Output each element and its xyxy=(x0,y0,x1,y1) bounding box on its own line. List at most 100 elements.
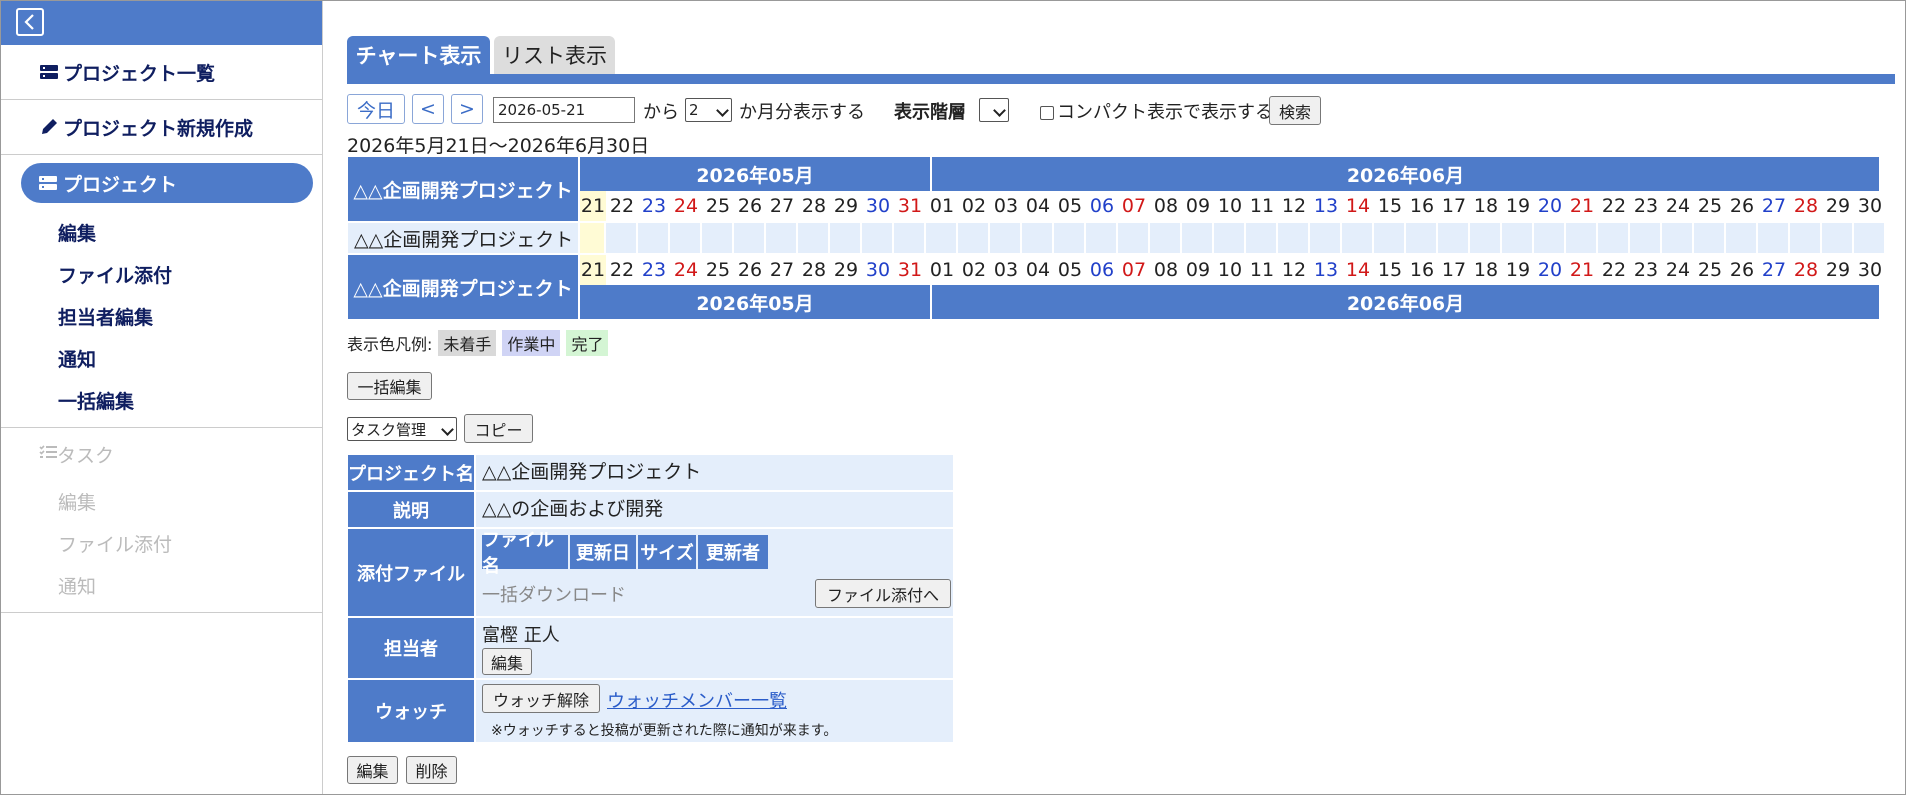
gantt-bar-cell xyxy=(734,223,764,253)
watch-cell: ウォッチ解除 ウォッチメンバー一覧 ※ウォッチすると投稿が更新された際に通知が来… xyxy=(476,680,953,742)
gantt-bar-cell xyxy=(1726,223,1756,253)
gantt-day-cell: 10 xyxy=(1217,195,1243,217)
gantt-bar-cell xyxy=(1278,223,1308,253)
gantt-day-cell: 23 xyxy=(641,195,667,217)
gantt-bar-cell xyxy=(926,223,956,253)
gantt-bar-cell xyxy=(1630,223,1660,253)
search-button[interactable]: 検索 xyxy=(1269,96,1321,125)
tab-chart[interactable]: チャート表示 xyxy=(347,36,490,74)
gantt-days-top: 21 22 23 24 25 26 27 28 29 30 31 01 02 03 04 05 06 07 08 09… xyxy=(580,191,1886,221)
gantt-day-cell: 30 xyxy=(865,195,891,217)
gantt-day-cell: 21 xyxy=(580,191,606,221)
sidebar-subitem-assignee-edit[interactable]: 担当者編集 xyxy=(1,295,322,337)
prev-button[interactable]: < xyxy=(412,94,444,124)
sidebar-subitem-label: 編集 xyxy=(58,491,97,514)
to-file-attach-button[interactable]: ファイル添付へ xyxy=(815,579,951,608)
gantt-day-cell: 24 xyxy=(1665,195,1691,217)
gantt-day-cell: 30 xyxy=(865,259,891,281)
gantt-days-bottom: 21 22 23 24 25 26 27 28 29 30 31 01 02 03 04 05 06 07 08 09… xyxy=(580,255,1886,285)
gantt-day-cell: 21 xyxy=(1569,259,1595,281)
sidebar-subitem-file-attach[interactable]: ファイル添付 xyxy=(1,253,322,295)
back-button[interactable] xyxy=(16,8,44,36)
sidebar-item-label: プロジェクト一覧 xyxy=(63,62,216,85)
gantt-day-cell: 27 xyxy=(769,259,795,281)
gantt-day-cell: 22 xyxy=(1601,195,1627,217)
gantt-day-cell: 29 xyxy=(833,259,859,281)
gantt-day-cell: 27 xyxy=(1761,259,1787,281)
unwatch-button[interactable]: ウォッチ解除 xyxy=(482,684,600,713)
sidebar-task-notify: 通知 xyxy=(1,564,322,606)
sidebar-item-new-project[interactable]: プロジェクト新規作成 xyxy=(1,100,322,155)
assignee-edit-button[interactable]: 編集 xyxy=(482,648,532,675)
start-date-input[interactable]: 2026-05-21 xyxy=(493,97,635,123)
gantt-bar-cell xyxy=(1182,223,1212,253)
gantt-day-cell: 25 xyxy=(705,195,731,217)
today-button[interactable]: 今日 xyxy=(347,94,405,124)
gantt-bar-cell xyxy=(1374,223,1404,253)
next-button[interactable]: > xyxy=(451,94,483,124)
project-name-label: プロジェクト名 xyxy=(348,455,474,490)
level-select[interactable] xyxy=(979,98,1009,122)
compact-checkbox[interactable] xyxy=(1040,106,1054,120)
gantt-day-cell: 29 xyxy=(1825,259,1851,281)
bulk-edit-button[interactable]: 一括編集 xyxy=(347,372,432,400)
delete-button[interactable]: 削除 xyxy=(406,756,457,784)
tab-list[interactable]: リスト表示 xyxy=(494,36,615,74)
gantt-day-cell: 26 xyxy=(1729,259,1755,281)
color-legend: 表示色凡例: 未着手 作業中 完了 xyxy=(347,330,609,356)
task-management-select[interactable]: タスク管理 xyxy=(347,417,457,441)
assignee-label: 担当者 xyxy=(348,618,474,678)
gantt-day-cell: 05 xyxy=(1057,195,1083,217)
gantt-bar-cell xyxy=(638,223,668,253)
sidebar-subitem-edit[interactable]: 編集 xyxy=(1,211,322,253)
gantt-bar-cell xyxy=(894,223,924,253)
chevron-down-icon xyxy=(441,423,454,436)
gantt-day-cell: 20 xyxy=(1537,259,1563,281)
gantt-day-cell: 22 xyxy=(609,259,635,281)
file-col-updater: 更新者 xyxy=(698,535,768,569)
gantt-day-cell: 06 xyxy=(1089,259,1115,281)
assignee-name: 富樫 正人 xyxy=(482,625,560,646)
gantt-project-row xyxy=(580,223,1886,253)
watch-label: ウォッチ xyxy=(348,680,474,742)
gantt-bar-cell xyxy=(1342,223,1372,253)
gantt-day-cell: 02 xyxy=(961,259,987,281)
compact-option[interactable]: コンパクト表示で表示する xyxy=(1040,98,1273,124)
gantt-day-cell: 28 xyxy=(801,195,827,217)
sidebar-subitem-notify[interactable]: 通知 xyxy=(1,337,322,379)
gantt-day-cell: 23 xyxy=(1633,195,1659,217)
gantt-day-cell: 09 xyxy=(1185,259,1211,281)
gantt-day-cell: 28 xyxy=(1793,195,1819,217)
gantt-bar-cell xyxy=(670,223,700,253)
sidebar-item-project-list[interactable]: プロジェクト一覧 xyxy=(1,45,322,100)
watch-members-link[interactable]: ウォッチメンバー一覧 xyxy=(607,687,787,713)
gantt-day-cell: 04 xyxy=(1025,259,1051,281)
sidebar-item-label: タスク xyxy=(57,444,115,467)
months-select[interactable]: 2 xyxy=(685,98,732,122)
gantt-bar-cell xyxy=(958,223,988,253)
gantt-month-footer-june: 2026年06月 xyxy=(932,285,1879,319)
checklist-icon xyxy=(39,443,57,465)
gantt-bar-cell xyxy=(1598,223,1628,253)
gantt-day-cell: 19 xyxy=(1505,259,1531,281)
gantt-bar-cell xyxy=(1694,223,1724,253)
gantt-day-cell: 12 xyxy=(1281,195,1307,217)
sidebar: プロジェクト一覧 プロジェクト新規作成 プロジェクト 編集 ファイル添付 担当者… xyxy=(1,1,323,794)
gantt-bar-cell xyxy=(1406,223,1436,253)
sidebar-subitem-bulk-edit[interactable]: 一括編集 xyxy=(1,379,322,421)
gantt-day-cell: 12 xyxy=(1281,259,1307,281)
gantt-day-cell: 29 xyxy=(1825,195,1851,217)
gantt-day-cell: 31 xyxy=(897,259,923,281)
gantt-bar-cell xyxy=(990,223,1020,253)
gantt-day-cell: 26 xyxy=(737,259,763,281)
file-col-name: ファイル名 xyxy=(482,530,568,577)
edit-button[interactable]: 編集 xyxy=(347,756,398,784)
tab-underline xyxy=(347,74,1895,84)
gantt-project-row-label[interactable]: △△企画開発プロジェクト xyxy=(348,223,578,253)
gantt-bar-cell xyxy=(1438,223,1468,253)
gantt-bar-cell xyxy=(1502,223,1532,253)
legend-label: 表示色凡例: xyxy=(347,335,433,354)
gantt-bar-cell xyxy=(830,223,860,253)
sidebar-item-project[interactable]: プロジェクト xyxy=(21,163,313,203)
copy-button[interactable]: コピー xyxy=(464,414,533,443)
